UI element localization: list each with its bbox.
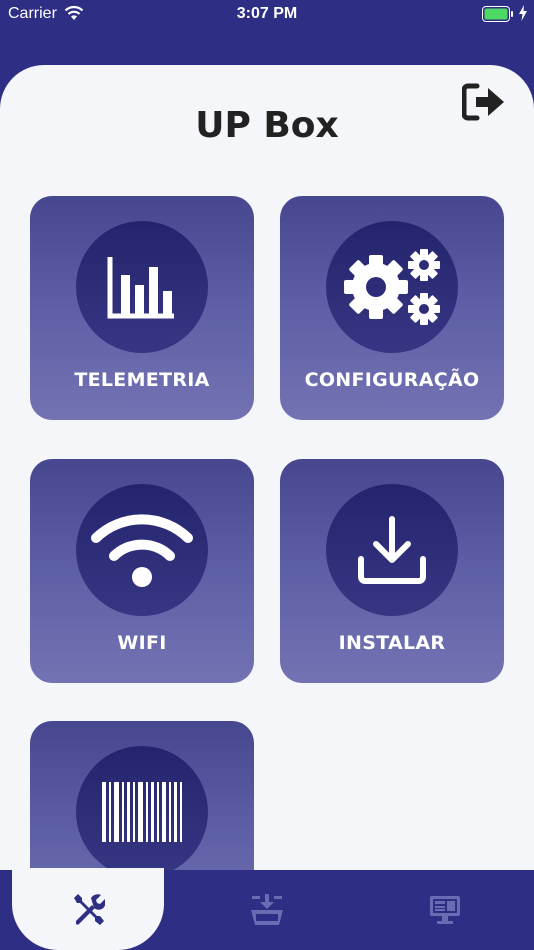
barcode-icon [102, 782, 182, 842]
clock: 3:07 PM [236, 5, 298, 22]
status-bar: Carrier 3:07 PM [0, 0, 534, 30]
bar-chart-icon [107, 257, 174, 319]
main-card: UP Box TELEMETRIA CONFIGURAÇÃO WIFI INST… [0, 65, 534, 880]
instalar-label: INSTALAR [338, 632, 446, 654]
tab-bar [0, 868, 534, 950]
configuracao-tile[interactable]: CONFIGURAÇÃO [280, 196, 504, 420]
barcode-icon-circle [76, 746, 208, 878]
wifi-tile[interactable]: WIFI [30, 459, 254, 683]
tab-tools[interactable] [0, 868, 176, 950]
tab-install[interactable] [178, 870, 356, 950]
instalar-icon-circle [326, 484, 458, 616]
charging-bolt-icon [519, 5, 527, 21]
page-title: UP Box [195, 105, 339, 146]
telemetria-tile[interactable]: TELEMETRIA [30, 196, 254, 420]
telemetria-label: TELEMETRIA [74, 369, 210, 391]
gears-icon [344, 249, 440, 325]
wifi-icon [91, 514, 193, 587]
wifi-icon-circle [76, 484, 208, 616]
download-icon [358, 516, 426, 584]
battery-icon [482, 6, 513, 22]
wifi-label: WIFI [117, 632, 167, 654]
configuracao-label: CONFIGURAÇÃO [304, 369, 480, 391]
monitor-icon [430, 896, 460, 924]
configuracao-icon-circle [326, 221, 458, 353]
instalar-tile[interactable]: INSTALAR [280, 459, 504, 683]
tools-icon [74, 894, 105, 925]
tab-monitor[interactable] [356, 870, 534, 950]
basket-download-icon [251, 894, 283, 925]
telemetria-icon-circle [76, 221, 208, 353]
barcode-tile[interactable] [30, 721, 254, 880]
